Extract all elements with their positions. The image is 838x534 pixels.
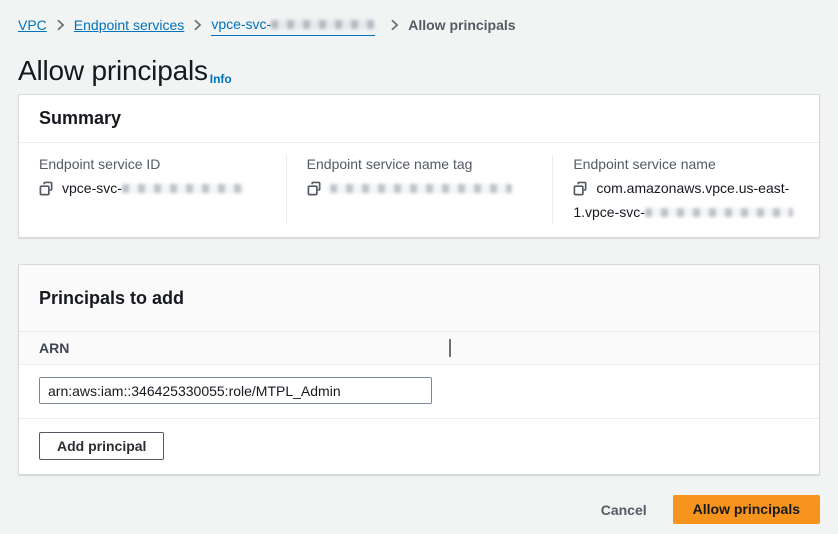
field-value: [307, 178, 535, 202]
arn-column-header: ARN: [39, 340, 69, 356]
principals-to-add-card: Principals to add ARN Add principal: [18, 264, 820, 475]
breadcrumb-endpoint-services[interactable]: Endpoint services: [74, 15, 185, 35]
chevron-right-icon: [193, 19, 202, 31]
page-title-row: Allow principals Info: [18, 50, 820, 88]
breadcrumb: VPC Endpoint services vpce-svc- Allow pr…: [18, 14, 820, 36]
redacted-text: [271, 20, 375, 29]
column-resize-handle[interactable]: [449, 339, 451, 357]
summary-card-title: Summary: [19, 95, 819, 143]
allow-principals-page: VPC Endpoint services vpce-svc- Allow pr…: [0, 0, 838, 534]
breadcrumb-endpoint-service-id-label: vpce-svc-: [211, 14, 271, 34]
field-value: com.amazonaws.vpce.us-east-1.vpce-svc-: [573, 178, 801, 223]
field-value-text: vpce-svc-: [62, 180, 122, 196]
redacted-text: [330, 184, 512, 193]
redacted-text: [122, 184, 244, 193]
redacted-text: [645, 208, 793, 217]
copy-icon[interactable]: [39, 181, 54, 202]
field-value: vpce-svc-: [39, 178, 268, 202]
arn-input[interactable]: [39, 377, 432, 404]
footer-actions: Cancel Allow principals: [18, 495, 820, 524]
summary-content: Endpoint service ID vpce-svc- Endpoint s…: [19, 143, 819, 237]
field-label: Endpoint service name: [573, 155, 801, 173]
info-link[interactable]: Info: [210, 72, 232, 86]
chevron-right-icon: [56, 19, 65, 31]
summary-card: Summary Endpoint service ID vpce-svc- En…: [18, 94, 820, 238]
cancel-button[interactable]: Cancel: [601, 502, 647, 518]
copy-icon[interactable]: [307, 181, 322, 202]
breadcrumb-current-page: Allow principals: [408, 15, 515, 35]
arn-table-header: ARN: [19, 331, 819, 365]
summary-field-endpoint-service-name: Endpoint service name com.amazonaws.vpce…: [552, 155, 819, 223]
summary-field-endpoint-service-name-tag: Endpoint service name tag: [286, 155, 553, 223]
page-title: Allow principals: [18, 54, 208, 88]
add-principal-button[interactable]: Add principal: [39, 432, 164, 460]
principals-card-title: Principals to add: [19, 265, 819, 331]
field-label: Endpoint service name tag: [307, 155, 535, 173]
allow-principals-button[interactable]: Allow principals: [673, 495, 820, 524]
field-label: Endpoint service ID: [39, 155, 268, 173]
chevron-right-icon: [390, 19, 399, 31]
breadcrumb-endpoint-service-id[interactable]: vpce-svc-: [211, 14, 375, 36]
breadcrumb-vpc[interactable]: VPC: [18, 15, 47, 35]
arn-input-row: [19, 365, 819, 418]
summary-field-endpoint-service-id: Endpoint service ID vpce-svc-: [19, 155, 286, 223]
copy-icon[interactable]: [573, 181, 588, 202]
add-principal-row: Add principal: [19, 419, 819, 474]
